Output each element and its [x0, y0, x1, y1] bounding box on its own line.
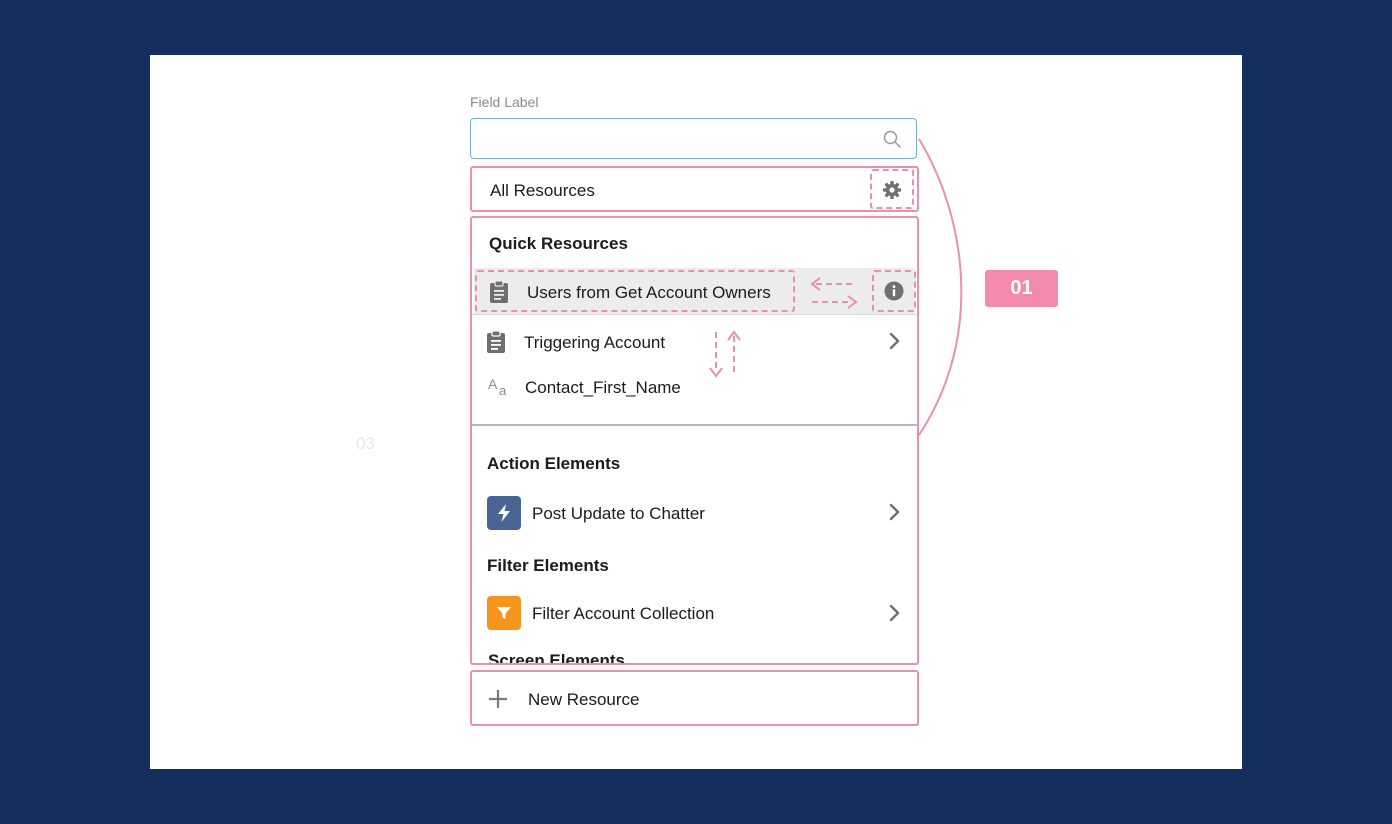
action-badge	[487, 496, 521, 530]
list-item-label: Contact_First_Name	[525, 378, 681, 397]
list-item-label: Filter Account Collection	[532, 604, 715, 623]
plus-icon	[489, 690, 507, 708]
divider	[472, 314, 917, 315]
list-item-label: Post Update to Chatter	[532, 504, 705, 523]
chevron-right-icon[interactable]	[888, 503, 900, 521]
funnel-icon	[497, 607, 511, 619]
search-input[interactable]	[481, 119, 875, 157]
ghost-step-label: 03	[356, 434, 375, 453]
resource-filter-label: All Resources	[490, 181, 595, 200]
svg-text:A: A	[488, 376, 498, 392]
list-item-label: Triggering Account	[524, 333, 666, 352]
text-type-icon: A a	[488, 376, 507, 398]
gear-icon	[883, 181, 901, 199]
search-icon	[883, 130, 901, 148]
settings-button[interactable]	[870, 169, 914, 209]
section-title-screen-elements: Screen Elements	[488, 651, 626, 665]
info-icon[interactable]	[884, 281, 904, 301]
chevron-right-icon[interactable]	[888, 604, 900, 622]
horizontal-arrows-icon	[810, 277, 858, 309]
search-field[interactable]	[470, 118, 917, 159]
svg-text:a: a	[499, 383, 507, 398]
section-title-filter-elements: Filter Elements	[487, 556, 609, 575]
chevron-right-icon[interactable]	[888, 332, 900, 350]
resource-filter[interactable]: All Resources	[470, 166, 919, 212]
section-divider	[472, 424, 917, 426]
clipboard-icon	[490, 280, 508, 303]
lightning-icon	[498, 504, 510, 522]
clipboard-icon	[487, 330, 505, 353]
filter-badge	[487, 596, 521, 630]
new-resource-button[interactable]: New Resource	[470, 670, 919, 726]
new-resource-label: New Resource	[528, 690, 640, 709]
annotation-connector	[918, 138, 963, 436]
resource-list[interactable]: Quick Resources Users from Get Account O…	[470, 216, 919, 665]
list-item-label: Users from Get Account Owners	[527, 283, 771, 302]
step-badge: 01	[985, 270, 1058, 307]
section-title-action-elements: Action Elements	[487, 454, 621, 473]
section-title-quick-resources: Quick Resources	[489, 234, 628, 253]
field-label: Field Label	[470, 94, 539, 110]
